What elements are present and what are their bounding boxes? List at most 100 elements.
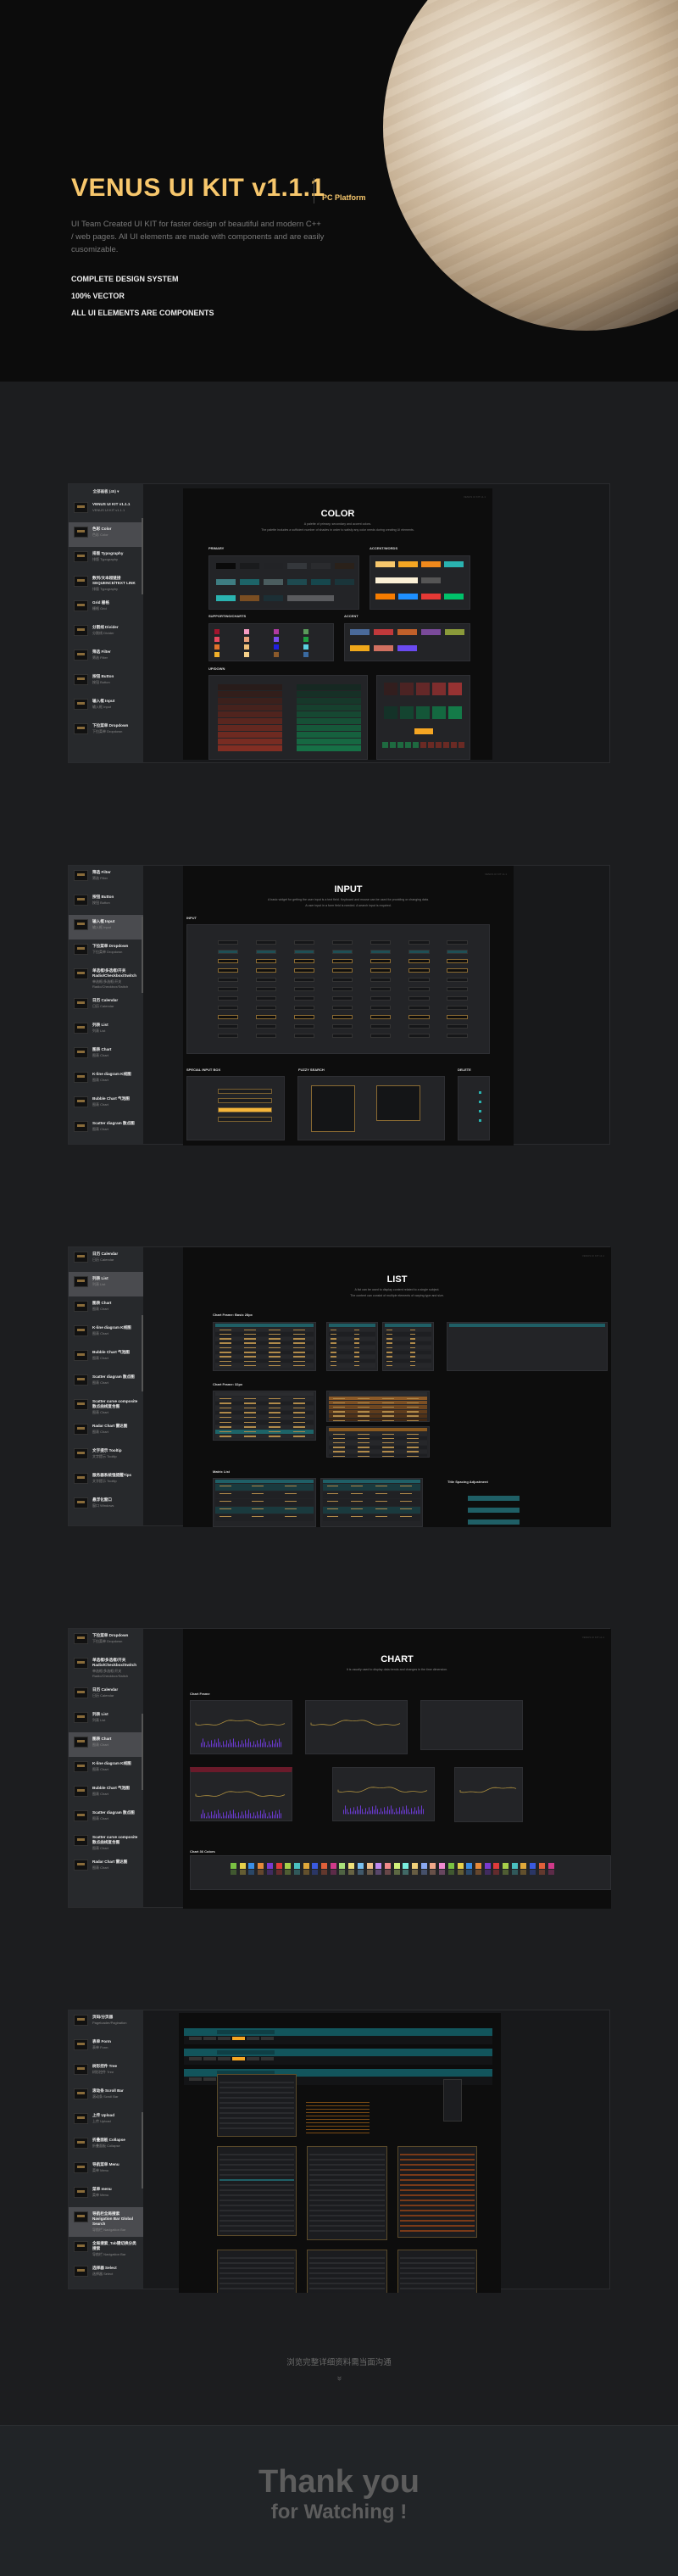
nav-tab[interactable] [189,2037,202,2040]
text-input[interactable] [218,1024,238,1029]
text-input[interactable] [294,996,314,1001]
sidebar-item-artboard[interactable]: 下拉菜单 Dropdown 下拉菜单 Dropdown [69,1629,143,1653]
result-row[interactable] [309,2262,385,2264]
nav-tab[interactable] [203,2057,216,2060]
table-row[interactable] [329,1405,427,1409]
table-row[interactable] [329,1436,427,1441]
sidebar-item-artboard[interactable]: 单选框/多选框/开关 Radio/Checkbox/Switch 单选框/多选框/… [69,964,143,994]
table-row[interactable] [215,1430,314,1434]
search-dropdown[interactable] [376,1085,420,1121]
result-row[interactable] [220,2107,294,2109]
result-row[interactable] [220,2267,294,2269]
text-input[interactable] [294,978,314,982]
text-input[interactable] [332,996,353,1001]
nav-tab[interactable] [203,2037,216,2040]
text-input[interactable] [294,987,314,991]
text-input[interactable] [408,950,430,954]
sidebar-item-artboard[interactable]: 菜单 menu 菜单 Menu [69,2183,143,2207]
result-row[interactable] [309,2164,385,2166]
sidebar-item-artboard[interactable]: VENUS UI KIT v1.1.1 VENUS UI KIT v1.1.1 [69,498,143,522]
sidebar-item-artboard[interactable]: Scatter curve composite 散点曲线复合图 图表 Chart [69,1395,143,1419]
result-row[interactable] [220,2189,294,2191]
delete-icon[interactable] [479,1091,481,1094]
nav-tab[interactable] [247,2037,259,2040]
text-input[interactable] [218,968,238,973]
table-row[interactable] [215,1434,314,1439]
double-chevron-down-icon[interactable]: » [0,2374,678,2383]
result-row[interactable] [309,2272,385,2274]
result-row[interactable] [309,2169,385,2171]
sidebar-item-artboard[interactable]: 表单 Form 表单 Form [69,2035,143,2060]
table-row[interactable] [385,1350,431,1354]
result-row[interactable] [309,2288,385,2289]
result-row[interactable] [400,2288,475,2289]
text-input[interactable] [332,959,353,963]
table-row[interactable] [329,1441,427,1445]
text-input[interactable] [370,968,391,973]
sidebar-item-artboard[interactable]: 文字提示 Tooltip 文字提示 Tooltip [69,1444,143,1469]
table-row[interactable] [323,1514,420,1521]
result-row[interactable] [309,2159,385,2161]
text-input[interactable] [218,940,238,945]
text-input[interactable] [218,978,238,982]
text-input[interactable] [408,968,430,973]
result-row[interactable] [220,2169,294,2171]
result-row[interactable] [220,2272,294,2274]
table-row[interactable] [215,1492,314,1498]
result-row[interactable] [220,2087,294,2088]
result-row[interactable] [309,2194,385,2196]
text-input[interactable] [332,940,353,945]
result-row[interactable] [400,2174,475,2176]
result-row[interactable] [309,2184,385,2186]
sidebar-item-artboard[interactable]: 列表 List 列表 List [69,1018,143,1043]
result-row[interactable] [309,2230,385,2232]
text-input[interactable] [218,959,238,963]
result-row[interactable] [220,2179,294,2181]
nav-tab[interactable] [203,2077,216,2081]
result-row[interactable] [400,2184,475,2186]
sidebar-item-artboard[interactable]: 滚动条 Scroll Bar 滚动条 Scroll Bar [69,2084,143,2109]
sidebar-item-artboard[interactable]: Scatter diagram 散点图 图表 Chart [69,1370,143,1395]
sidebar-item-artboard[interactable]: 全局搜索_Tab键切换分类搜索 导航栏 Navigation Bar [69,2237,143,2261]
result-row[interactable] [220,2205,294,2206]
text-input[interactable] [447,987,468,991]
result-row[interactable] [309,2283,385,2284]
result-row[interactable] [400,2230,475,2232]
text-input[interactable] [332,1024,353,1029]
text-input[interactable] [294,1015,314,1019]
result-row[interactable] [400,2267,475,2269]
text-input[interactable] [332,950,353,954]
text-input[interactable] [408,1006,430,1010]
table-row[interactable] [323,1507,420,1514]
nav-tab[interactable] [232,2057,245,2060]
result-row[interactable] [309,2205,385,2206]
spacing-input[interactable] [468,1519,520,1525]
sidebar-item-artboard[interactable]: K-line diagram K线图 图表 Chart [69,1321,143,1346]
result-row[interactable] [220,2225,294,2227]
delete-icon[interactable] [479,1119,481,1122]
table-row[interactable] [215,1410,314,1415]
text-input[interactable] [218,1015,238,1019]
table-row[interactable] [329,1397,427,1401]
text-input[interactable] [370,950,391,954]
sidebar-item-artboard[interactable]: Bubble Chart 气泡图 图表 Chart [69,1346,143,1370]
nav-tab[interactable] [261,2057,274,2060]
sidebar-item-artboard[interactable]: 排版 Typography 排版 Typography [69,547,143,572]
table-row[interactable] [329,1419,427,1421]
text-input[interactable] [294,968,314,973]
table-row[interactable] [215,1484,314,1491]
result-row[interactable] [220,2257,294,2259]
text-input[interactable] [256,987,276,991]
sidebar-item-artboard[interactable]: 日历 Calendar 日历 Calendar [69,1247,143,1272]
text-input[interactable] [332,1015,353,1019]
sidebar-item-artboard[interactable]: 导航栏全局搜索 Navigation Bar Global Search 导航栏 … [69,2207,143,2237]
sidebar-item-artboard[interactable]: 筛选 Filter 筛选 Filter [69,866,143,890]
text-input[interactable] [408,1015,430,1019]
table-row[interactable] [215,1341,314,1346]
text-input[interactable] [256,1006,276,1010]
sidebar-item-artboard[interactable]: 下拉菜单 Dropdown 下拉菜单 Dropdown [69,719,143,744]
sidebar-item-artboard[interactable]: 服务器系统强提醒Tips 文字提示 Tooltip [69,1469,143,1493]
table-row[interactable] [215,1397,314,1401]
table-row[interactable] [215,1406,314,1410]
special-input[interactable] [218,1098,272,1103]
